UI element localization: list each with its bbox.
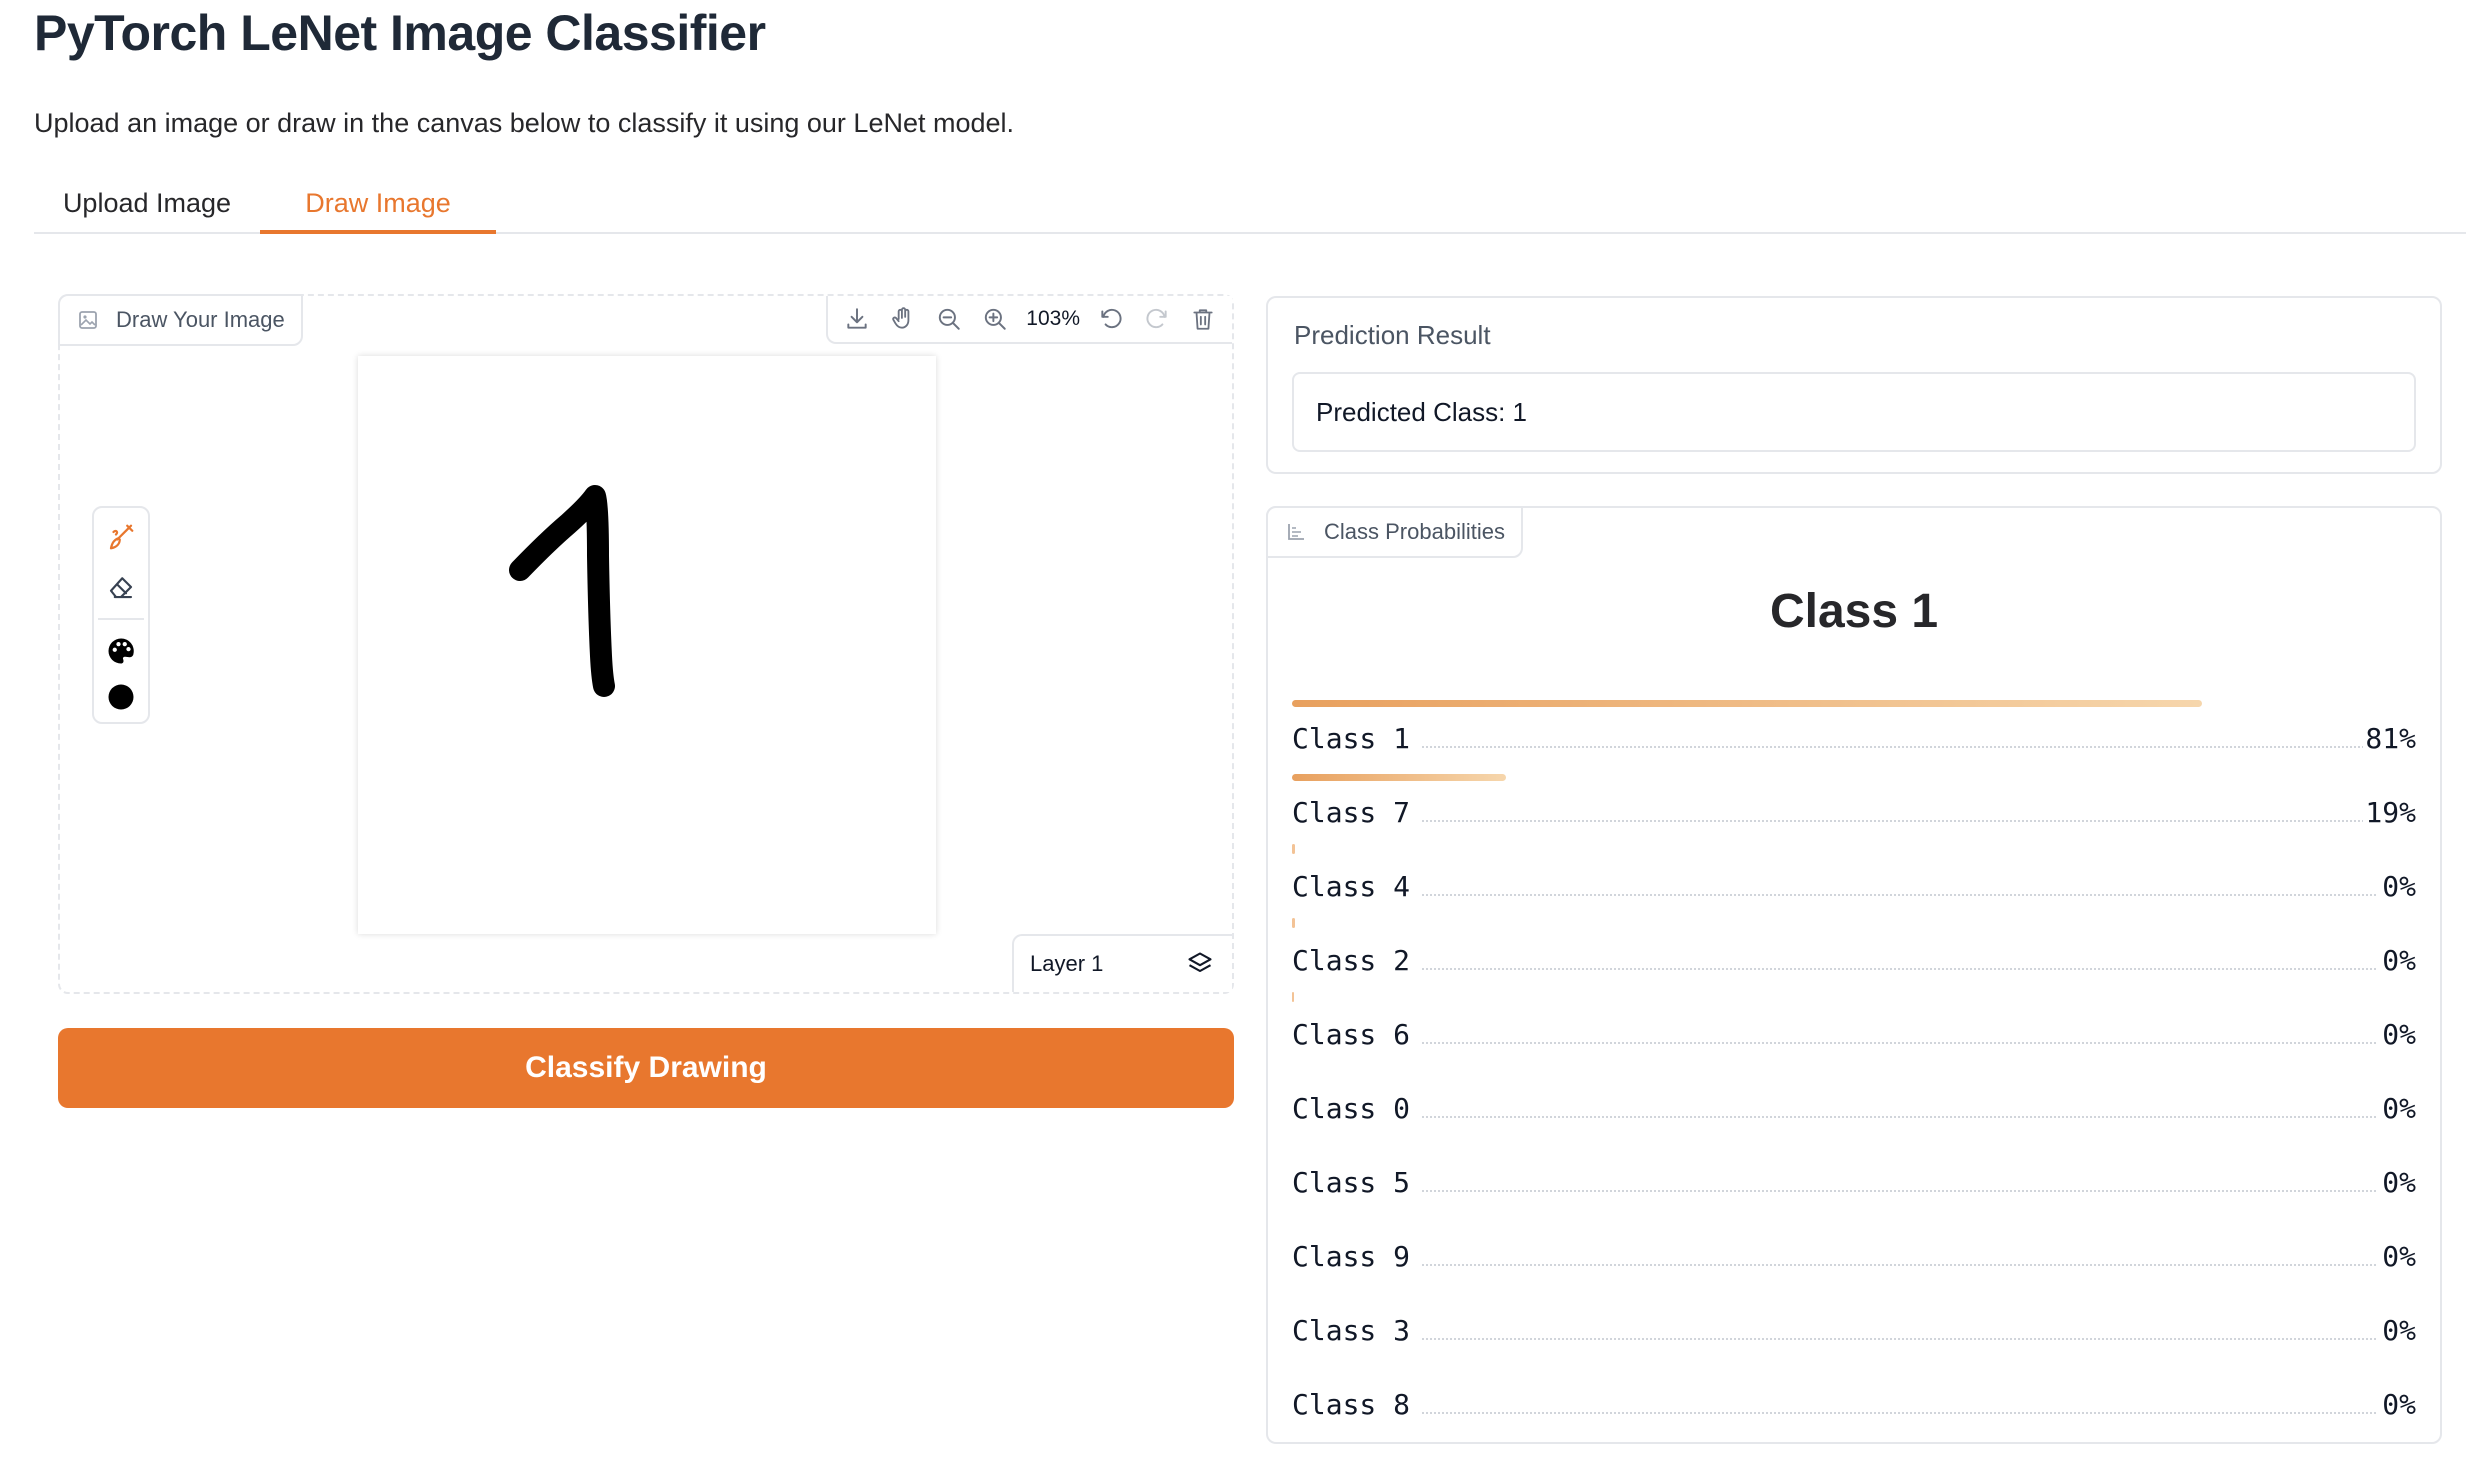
tab-draw-image[interactable]: Draw Image bbox=[260, 176, 496, 234]
probability-class-name: Class 7 bbox=[1292, 796, 1421, 829]
eraser-icon[interactable] bbox=[94, 562, 148, 612]
tool-divider bbox=[98, 618, 144, 620]
probability-bar bbox=[1292, 992, 1295, 1002]
probability-value: 0% bbox=[2380, 1166, 2416, 1199]
probability-class-name: Class 6 bbox=[1292, 1018, 1421, 1051]
dotted-leader bbox=[1422, 1338, 2376, 1340]
probability-row: Class 8 0% bbox=[1292, 1366, 2416, 1440]
page-subtitle: Upload an image or draw in the canvas be… bbox=[34, 108, 1015, 138]
zoom-in-icon[interactable] bbox=[972, 297, 1018, 341]
probabilities-block-label: Class Probabilities bbox=[1266, 506, 1523, 558]
probability-class-name: Class 3 bbox=[1292, 1314, 1421, 1347]
dotted-leader bbox=[1422, 1412, 2376, 1414]
prediction-label: Prediction Result bbox=[1294, 320, 1491, 350]
trash-icon[interactable] bbox=[1180, 297, 1226, 341]
dotted-leader bbox=[1422, 968, 2376, 970]
drawing-tools bbox=[92, 506, 150, 724]
page-title: PyTorch LeNet Image Classifier bbox=[34, 5, 766, 61]
bar-chart-icon bbox=[1288, 524, 1304, 540]
probability-row: Class 7 19% bbox=[1292, 774, 2416, 848]
dotted-leader bbox=[1422, 1116, 2376, 1118]
draw-panel: Draw Your Image 103% Layer 1 bbox=[58, 294, 1234, 994]
probability-value: 0% bbox=[2380, 1240, 2416, 1273]
zoom-out-icon[interactable] bbox=[926, 297, 972, 341]
probability-value: 19% bbox=[2363, 796, 2416, 829]
pan-hand-icon[interactable] bbox=[880, 297, 926, 341]
layer-selector[interactable]: Layer 1 bbox=[1012, 934, 1232, 992]
redo-icon[interactable] bbox=[1134, 297, 1180, 341]
undo-icon[interactable] bbox=[1088, 297, 1134, 341]
download-icon[interactable] bbox=[834, 297, 880, 341]
tab-upload-image[interactable]: Upload Image bbox=[34, 176, 260, 234]
draw-block-label: Draw Your Image bbox=[58, 294, 303, 346]
layers-icon bbox=[1188, 952, 1212, 973]
probability-row: Class 4 0% bbox=[1292, 844, 2416, 922]
probability-value: 0% bbox=[2380, 1314, 2416, 1347]
probability-row: Class 3 0% bbox=[1292, 1292, 2416, 1366]
probability-class-name: Class 5 bbox=[1292, 1166, 1421, 1199]
probability-class-name: Class 0 bbox=[1292, 1092, 1421, 1125]
palette-icon[interactable] bbox=[94, 626, 148, 676]
brush-icon[interactable] bbox=[94, 512, 148, 562]
drawn-stroke bbox=[509, 485, 615, 697]
class-probabilities-panel: Class Probabilities Class 1 Class 1 81% Cl… bbox=[1266, 506, 2442, 1444]
prediction-panel: Prediction Result Predicted Class: 1 bbox=[1266, 296, 2442, 474]
dotted-leader bbox=[1422, 1190, 2376, 1192]
canvas-toolbar: 103% bbox=[826, 296, 1232, 344]
probability-value: 81% bbox=[2363, 722, 2416, 755]
probability-row: Class 5 0% bbox=[1292, 1144, 2416, 1218]
dotted-leader bbox=[1422, 820, 2376, 822]
probability-value: 0% bbox=[2380, 870, 2416, 903]
probability-row: Class 2 0% bbox=[1292, 918, 2416, 996]
tab-bar: Upload Image Draw Image bbox=[34, 176, 2466, 234]
prediction-output: Predicted Class: 1 bbox=[1292, 372, 2416, 452]
probability-class-name: Class 9 bbox=[1292, 1240, 1421, 1273]
probability-bar bbox=[1292, 774, 1506, 781]
image-icon bbox=[79, 311, 97, 329]
probability-value: 0% bbox=[2380, 1388, 2416, 1421]
probability-row: Class 1 81% bbox=[1292, 700, 2416, 774]
probability-value: 0% bbox=[2380, 1092, 2416, 1125]
probability-class-name: Class 8 bbox=[1292, 1388, 1421, 1421]
dotted-leader bbox=[1422, 894, 2376, 896]
probability-row: Class 9 0% bbox=[1292, 1218, 2416, 1292]
probability-class-name: Class 4 bbox=[1292, 870, 1421, 903]
dotted-leader bbox=[1422, 1264, 2376, 1266]
brush-size-dot-icon[interactable] bbox=[94, 672, 148, 722]
probability-bar bbox=[1292, 700, 2203, 707]
probability-class-name: Class 1 bbox=[1292, 722, 1421, 755]
classify-drawing-button[interactable]: Classify Drawing bbox=[58, 1028, 1234, 1108]
layer-label: Layer 1 bbox=[1030, 951, 1104, 976]
probability-class-name: Class 2 bbox=[1292, 944, 1421, 977]
dotted-leader bbox=[1422, 1042, 2376, 1044]
probability-row: Class 6 0% bbox=[1292, 992, 2416, 1070]
probability-bar bbox=[1292, 844, 1296, 854]
probability-value: 0% bbox=[2380, 1018, 2416, 1051]
top-class-title: Class 1 bbox=[1769, 585, 1939, 638]
dotted-leader bbox=[1422, 746, 2376, 748]
draw-label-text: Draw Your Image bbox=[116, 307, 285, 332]
probability-bar bbox=[1292, 918, 1296, 928]
drawing-canvas[interactable] bbox=[358, 356, 936, 934]
probability-value: 0% bbox=[2380, 944, 2416, 977]
probabilities-label-text: Class Probabilities bbox=[1324, 519, 1505, 544]
probability-row: Class 0 0% bbox=[1292, 1070, 2416, 1144]
zoom-level: 103% bbox=[1026, 307, 1080, 330]
